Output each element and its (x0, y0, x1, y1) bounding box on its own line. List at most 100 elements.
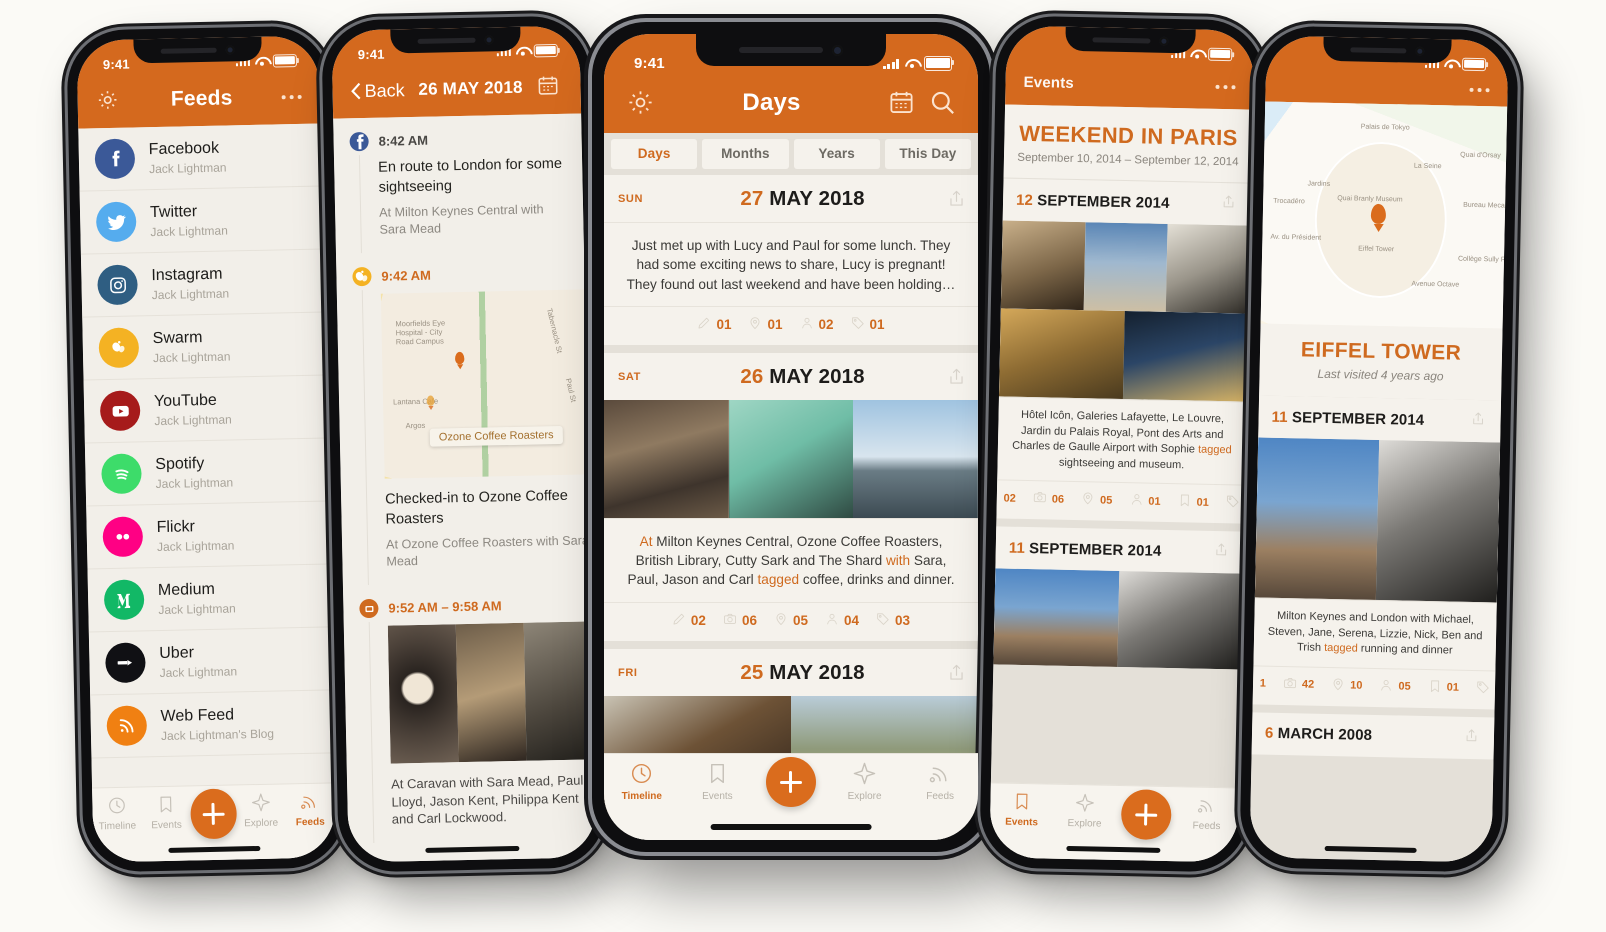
segment-this-day[interactable]: This Day (884, 139, 971, 169)
river-bird-photo[interactable] (853, 399, 978, 518)
stat-value: 10 (1350, 679, 1363, 693)
notredame-photo[interactable] (1000, 220, 1086, 311)
green-roof-photo[interactable] (728, 399, 854, 518)
event-days-list[interactable]: 12 SEPTEMBER 2014 Hôtel Icôn, Galeries L… (989, 178, 1252, 863)
tab-explore[interactable]: Explore (1057, 793, 1112, 830)
nav-bar-days: Days (604, 86, 978, 133)
timeline-entry[interactable]: 9:52 AM – 9:58 AM At Caravan with Sara M… (343, 581, 597, 844)
days-list[interactable]: SUN 27 MAY 2018 Just met up with Lucy an… (604, 175, 978, 840)
list-item[interactable]: Uber Jack Lightman (88, 627, 333, 696)
list-item[interactable]: Instagram Jack Lightman (80, 249, 325, 318)
feed-name: Uber (159, 644, 195, 663)
flickr-icon (102, 516, 144, 558)
stat-value: 01 (767, 316, 783, 332)
tab-timeline[interactable]: Timeline (92, 795, 142, 832)
back-button[interactable]: Back (350, 80, 405, 102)
cafe-interior-photo[interactable] (604, 399, 729, 518)
tab-events[interactable]: Events (141, 794, 191, 831)
add-button[interactable] (765, 757, 816, 807)
photo-strip[interactable] (993, 568, 1244, 670)
photo[interactable] (387, 624, 459, 764)
feed-account: Jack Lightman (150, 223, 228, 240)
feed-account: Jack Lightman (151, 286, 230, 303)
tab-feeds[interactable]: Feeds (285, 791, 335, 828)
eiffel-bw-photo[interactable] (1117, 571, 1244, 670)
tab-explore[interactable]: Explore (838, 762, 892, 802)
place-map[interactable]: Palais de Tokyo La Seine Quai d'Orsay Quai … (1260, 101, 1508, 329)
list-item[interactable]: Twitter Jack Lightman (79, 186, 323, 255)
calendar-icon[interactable] (888, 89, 915, 116)
tab-label: Feeds (295, 816, 325, 829)
tab-feeds[interactable]: Feeds (913, 762, 967, 802)
list-item[interactable]: Spotify Jack Lightman (84, 438, 329, 507)
share-icon[interactable] (1214, 542, 1231, 562)
day-card-header: FRI 25 MAY 2018 (604, 649, 978, 696)
photo[interactable] (523, 621, 595, 762)
feeds-icon (929, 762, 952, 788)
segment-years[interactable]: Years (793, 139, 880, 169)
day-card[interactable]: 6 MARCH 2008 (1251, 712, 1495, 760)
tab-feeds[interactable]: Feeds (1179, 795, 1234, 832)
photo[interactable] (455, 623, 527, 763)
share-icon[interactable] (947, 663, 964, 683)
share-icon[interactable] (1464, 728, 1481, 748)
compass-icon (1075, 793, 1094, 815)
day-date: 27 MAY 2018 (740, 187, 865, 210)
add-button[interactable] (1120, 789, 1172, 841)
day-card[interactable]: SUN 27 MAY 2018 Just met up with Lucy an… (604, 175, 978, 345)
locks-photo[interactable] (998, 308, 1125, 400)
timeline-entry[interactable]: 9:42 AM Moorfields Eye Hospital - City R… (336, 249, 591, 586)
place-days-list[interactable]: 11 SEPTEMBER 2014 Milton Keynes and Lond… (1249, 395, 1502, 863)
eiffel-photo[interactable] (1254, 437, 1380, 600)
day-card[interactable]: 12 SEPTEMBER 2014 Hôtel Icôn, Galeries L… (989, 178, 1252, 525)
photo-strip[interactable] (604, 399, 978, 518)
timeline-list[interactable]: 8:42 AM En route to London for some sigh… (333, 113, 597, 863)
share-icon[interactable] (947, 189, 964, 209)
list-item[interactable]: Facebook Jack Lightman (78, 123, 322, 192)
share-icon[interactable] (1470, 411, 1487, 431)
list-item[interactable]: Flickr Jack Lightman (86, 501, 330, 570)
list-item[interactable]: Medium Jack Lightman (87, 564, 331, 633)
entry-map[interactable]: Moorfields Eye Hospital - City Road Camp… (380, 289, 589, 479)
more-icon[interactable] (281, 94, 302, 100)
list-item[interactable]: Web Feed Jack Lightman's Blog (90, 690, 334, 759)
tab-timeline[interactable]: Timeline (615, 762, 669, 802)
pencil-icon (989, 490, 998, 507)
day-card[interactable]: SAT 26 MAY 2018 At Milton Keynes Central… (604, 352, 978, 641)
photo-strip[interactable] (1254, 437, 1501, 603)
segment-months[interactable]: Months (702, 139, 789, 169)
segmented-control[interactable]: Days Months Years This Day (604, 133, 978, 175)
feeds-list[interactable]: Facebook Jack Lightman Twitter Jack Ligh… (78, 123, 336, 863)
gear-icon[interactable] (95, 88, 122, 115)
day-card-header: SUN 27 MAY 2018 (604, 175, 978, 222)
eiffel-photo[interactable] (993, 568, 1120, 668)
day-date: 11 SEPTEMBER 2014 (1271, 408, 1425, 429)
tab-explore[interactable]: Explore (236, 792, 286, 829)
day-card[interactable]: 11 SEPTEMBER 2014 Milton Keynes and Lond… (1249, 395, 1502, 710)
list-item[interactable]: YouTube Jack Lightman (83, 375, 327, 444)
night-photo[interactable] (1122, 311, 1249, 402)
gallery-photo[interactable] (1166, 223, 1251, 314)
timeline-entry[interactable]: 8:42 AM En route to London for some sigh… (333, 113, 584, 254)
eiffel-bw-photo[interactable] (1375, 440, 1501, 603)
search-icon[interactable] (929, 89, 956, 116)
louvre-photo[interactable] (1083, 222, 1168, 312)
day-card[interactable]: 11 SEPTEMBER 2014 (993, 526, 1245, 670)
add-button[interactable] (190, 788, 237, 840)
tab-events[interactable]: Events (690, 762, 744, 802)
gear-icon[interactable] (626, 88, 655, 117)
segment-days[interactable]: Days (611, 139, 698, 169)
cellular-icon (882, 57, 899, 69)
nav-bar-day: Back 26 MAY 2018 (332, 69, 581, 118)
nav-bar-events: Events (1005, 69, 1254, 109)
day-text: Milton Keynes and London with Michael, S… (1253, 597, 1497, 671)
list-item[interactable]: Swarm Jack Lightman (82, 312, 326, 381)
stat-pencil: 02 (989, 490, 1016, 508)
tab-events[interactable]: Events (994, 791, 1049, 828)
calendar-icon[interactable] (536, 74, 563, 101)
share-icon[interactable] (947, 367, 964, 387)
share-icon[interactable] (1221, 194, 1238, 214)
more-icon[interactable] (1469, 87, 1490, 93)
photo-grid[interactable] (998, 220, 1251, 402)
more-icon[interactable] (1215, 84, 1236, 89)
